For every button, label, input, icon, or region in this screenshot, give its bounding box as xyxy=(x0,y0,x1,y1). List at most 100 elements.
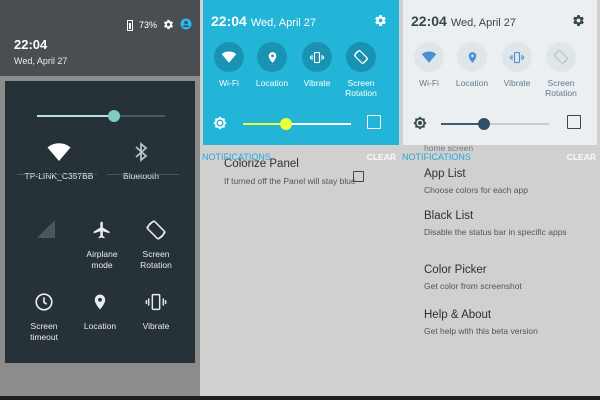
clock-date: Wed, April 27 xyxy=(14,56,68,66)
tile-location-label: Location xyxy=(455,78,489,88)
tile-wifi[interactable]: Wi-Fi xyxy=(206,42,252,88)
tile-screen-rotation[interactable]: Screen Rotation xyxy=(538,42,584,98)
tile-timeout-line1: Screen xyxy=(30,321,58,331)
tile-location-label: Location xyxy=(255,78,289,88)
brightness-slider-fill xyxy=(37,115,114,117)
location-icon xyxy=(257,42,287,72)
nav-strip xyxy=(0,396,200,400)
brightness-slider[interactable] xyxy=(243,118,351,130)
setting-subtitle: Get color from screenshot xyxy=(424,281,522,291)
tile-rotation-line2: Rotation xyxy=(545,88,577,98)
tile-airplane-line2: mode xyxy=(91,260,113,270)
battery-icon xyxy=(126,19,133,31)
tile-location[interactable]: Location xyxy=(249,42,295,88)
tile-wifi[interactable]: Wi-Fi xyxy=(406,42,452,88)
tile-rotation-line1: Screen xyxy=(142,249,170,259)
status-header: 73% 22:04 Wed, April 27 xyxy=(0,0,200,76)
tile-location[interactable]: Location xyxy=(75,291,125,332)
auto-brightness-checkbox[interactable] xyxy=(367,115,381,129)
settings-sheet: Colorize Panel If turned off the Panel w… xyxy=(200,146,400,396)
tile-location[interactable]: Location xyxy=(449,42,495,88)
tile-wifi-label: TP-LINK_C357BB xyxy=(24,171,94,181)
colorize-panel-checkbox[interactable] xyxy=(353,171,364,182)
clear-button[interactable]: CLEAR xyxy=(367,152,396,162)
notifications-header: NOTIFICATIONS xyxy=(202,152,271,162)
clock-time-value: 22:04 xyxy=(211,13,247,29)
airplane-icon xyxy=(77,219,127,245)
nav-strip xyxy=(400,396,600,400)
clock-date: Wed, April 27 xyxy=(250,17,317,29)
setting-subtitle: If turned off the Panel will stay blue xyxy=(224,176,356,186)
tile-vibrate-label: Vibrate xyxy=(503,78,531,88)
signal-icon xyxy=(31,219,61,245)
vibrate-icon xyxy=(131,291,181,317)
tile-screen-rotation[interactable]: Screen Rotation xyxy=(338,42,384,98)
tile-wifi-label: Wi-Fi xyxy=(219,78,239,88)
tile-screen-timeout[interactable]: Screen timeout xyxy=(19,291,69,343)
clear-button[interactable]: CLEAR xyxy=(567,152,596,162)
brightness-icon xyxy=(213,116,227,135)
settings-gear-icon[interactable] xyxy=(374,14,387,32)
settings-gear-icon[interactable] xyxy=(163,19,174,32)
tile-rotation-line2: Rotation xyxy=(140,260,172,270)
wifi-icon xyxy=(414,42,444,72)
clock-time: 22:04 xyxy=(14,37,48,52)
setting-title-color-picker[interactable]: Color Picker xyxy=(424,264,487,276)
nav-strip xyxy=(200,396,400,400)
quick-settings-card: 22:04 Wed, April 27 Wi-Fi Location Vibrat… xyxy=(203,0,399,145)
setting-title-app-list[interactable]: App List xyxy=(424,168,466,180)
setting-title-black-list[interactable]: Black List xyxy=(424,210,473,222)
setting-title-help-about[interactable]: Help & About xyxy=(424,309,491,321)
settings-sheet: home screen App List Choose colors for e… xyxy=(400,143,600,396)
timer-icon xyxy=(19,291,69,317)
settings-gear-icon[interactable] xyxy=(572,14,585,32)
brightness-slider-thumb[interactable] xyxy=(280,118,293,130)
divider xyxy=(17,174,97,175)
tile-rotation-line2: Rotation xyxy=(345,88,377,98)
tile-wifi[interactable]: TP-LINK_C357BB xyxy=(15,141,103,182)
setting-subtitle: Get help with this beta version xyxy=(424,326,538,336)
location-icon xyxy=(75,291,125,317)
tile-airplane-line1: Airplane xyxy=(86,249,118,259)
clock-time: 22:04 Wed, April 27 xyxy=(211,13,316,29)
wifi-icon xyxy=(15,141,103,167)
wifi-icon xyxy=(214,42,244,72)
brightness-icon xyxy=(413,116,427,135)
screen-rotation-icon xyxy=(346,42,376,72)
light-panel-preview: home screen App List Choose colors for e… xyxy=(400,0,600,400)
brightness-slider[interactable] xyxy=(37,110,165,122)
tile-bluetooth-label: Bluetooth xyxy=(123,171,159,181)
account-icon[interactable] xyxy=(180,18,192,32)
tile-cellular[interactable] xyxy=(31,219,61,249)
setting-subtitle: Disable the status bar in specific apps xyxy=(424,227,567,237)
vibrate-icon xyxy=(502,42,532,72)
tile-vibrate-label: Vibrate xyxy=(303,78,331,88)
tile-vibrate[interactable]: Vibrate xyxy=(494,42,540,88)
tile-vibrate[interactable]: Vibrate xyxy=(131,291,181,332)
brightness-slider-thumb[interactable] xyxy=(107,110,120,122)
brightness-slider[interactable] xyxy=(441,118,549,130)
dark-quick-settings-panel: 73% 22:04 Wed, April 27 TP-LINK_C357BB B… xyxy=(0,0,200,400)
vibrate-icon xyxy=(302,42,332,72)
auto-brightness-checkbox[interactable] xyxy=(567,115,581,129)
clock-date: Wed, April 27 xyxy=(450,17,517,29)
battery-percent: 73% xyxy=(138,20,157,30)
tile-vibrate[interactable]: Vibrate xyxy=(294,42,340,88)
tile-rotation-line1: Screen xyxy=(347,78,375,88)
status-icons: 73% xyxy=(126,18,192,32)
brightness-slider-thumb[interactable] xyxy=(478,118,491,130)
tile-bluetooth[interactable]: Bluetooth xyxy=(101,141,181,182)
bluetooth-icon xyxy=(101,141,181,167)
divider xyxy=(107,174,179,175)
setting-subtitle: Choose colors for each app xyxy=(424,185,528,195)
screen-rotation-icon xyxy=(131,219,181,245)
quick-settings-card: 22:04 Wed, April 27 Wi-Fi Location Vibrat… xyxy=(403,0,597,145)
notifications-header: NOTIFICATIONS xyxy=(402,152,471,162)
tile-airplane-mode[interactable]: Airplane mode xyxy=(77,219,127,271)
blue-panel-preview: Colorize Panel If turned off the Panel w… xyxy=(200,0,400,400)
tile-timeout-line2: timeout xyxy=(30,332,58,342)
tile-rotation-line1: Screen xyxy=(547,78,575,88)
tile-wifi-label: Wi-Fi xyxy=(419,78,439,88)
tile-screen-rotation[interactable]: Screen Rotation xyxy=(131,219,181,271)
quick-settings-grid: TP-LINK_C357BB Bluetooth Airplane mode S… xyxy=(5,81,195,363)
